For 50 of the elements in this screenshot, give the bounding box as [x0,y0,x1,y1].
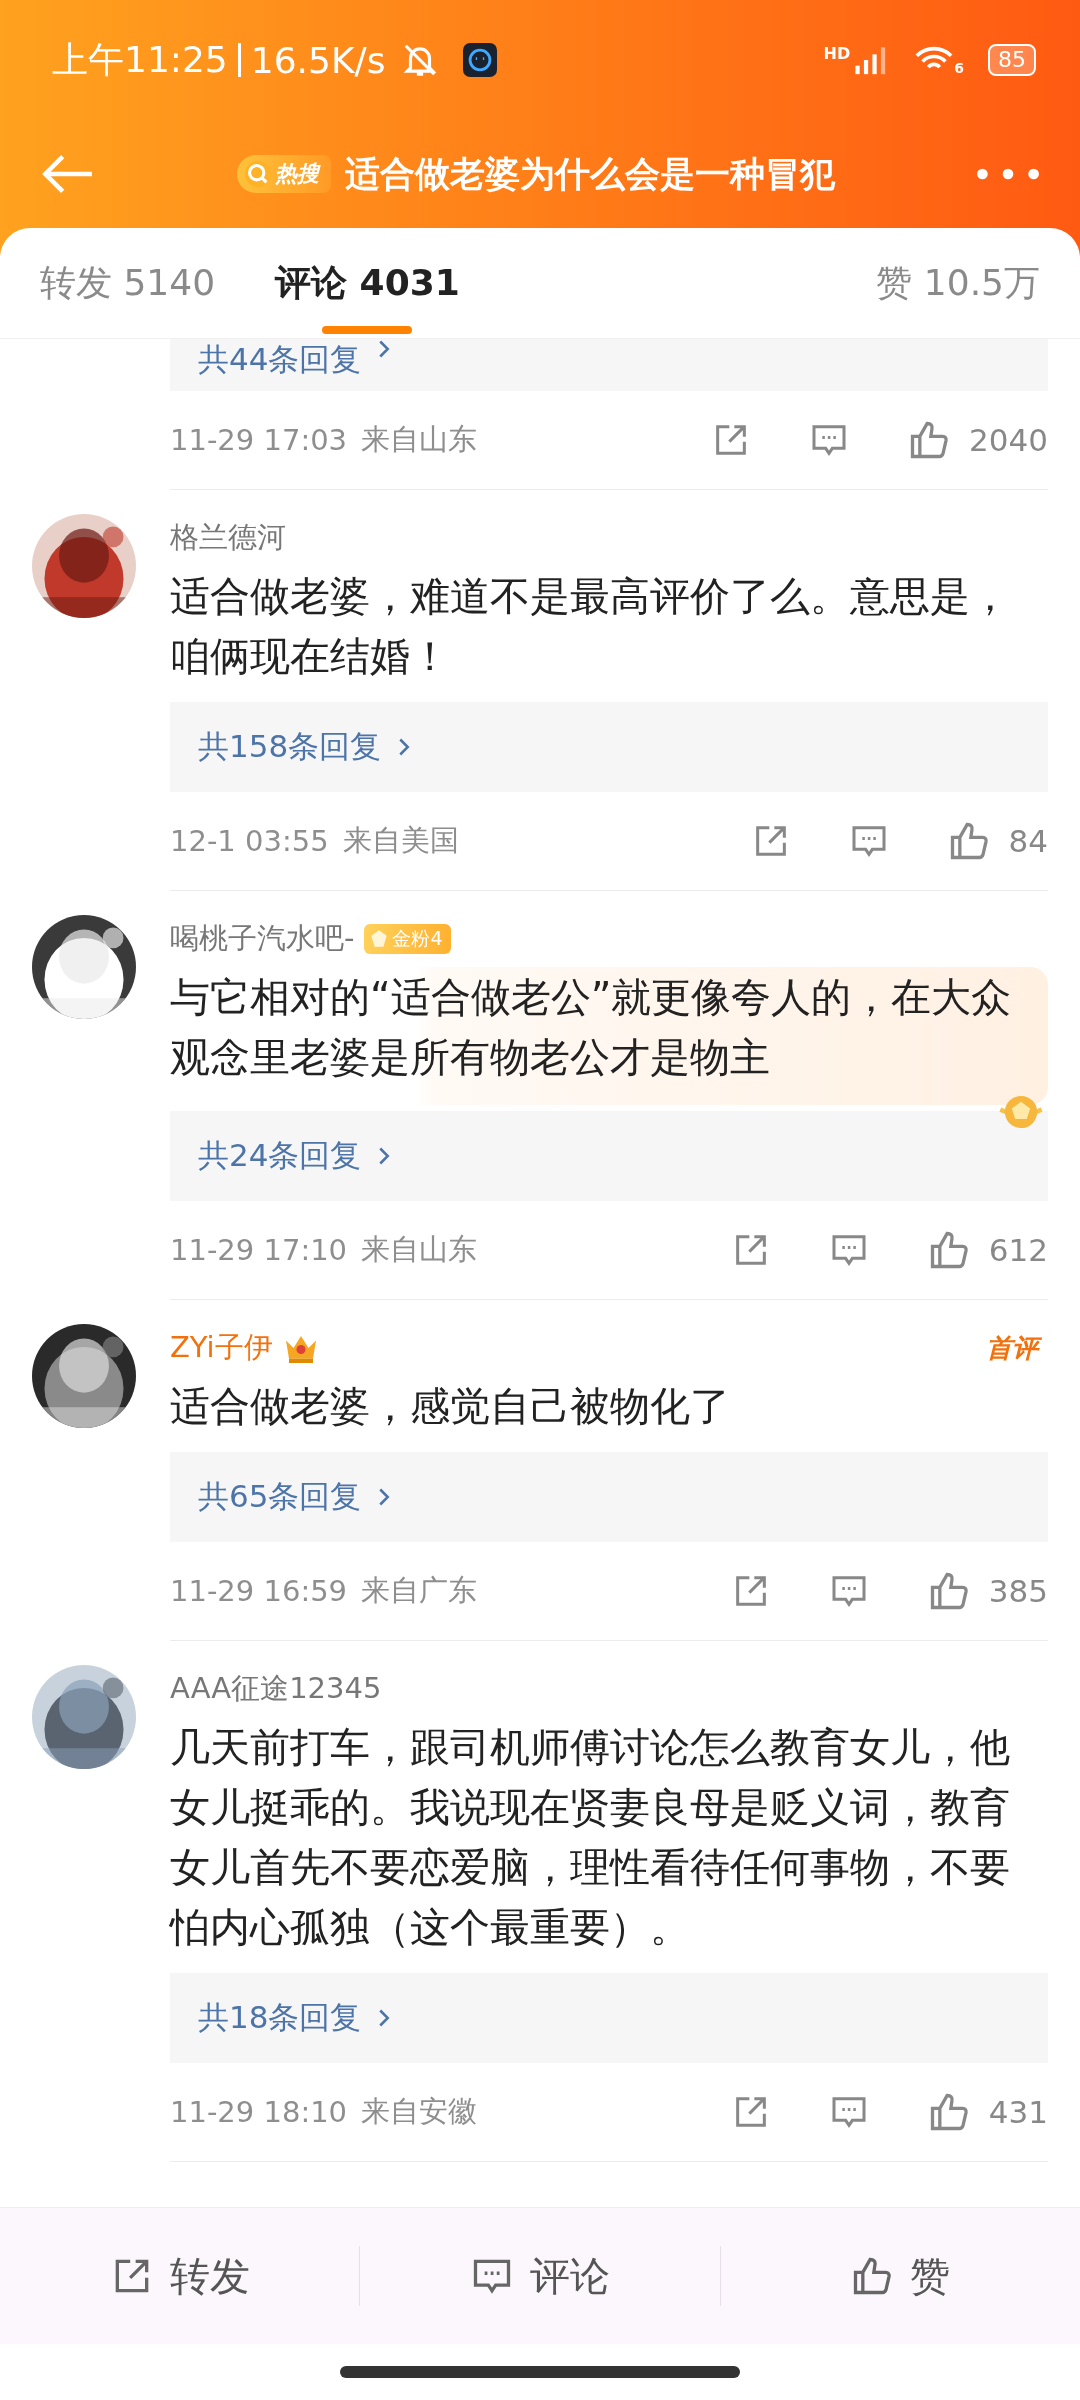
username[interactable]: 格兰德河 [170,518,286,558]
comment-text: 适合做老婆，感觉自己被物化了 [170,1382,731,1431]
status-time: 上午11:25 [52,37,228,82]
more-options-icon[interactable] [976,167,1040,181]
tab[interactable]: 赞 10.5万 [876,228,1040,338]
wifi-label: 6 [954,60,964,76]
comment-time: 11-29 16:59 [170,1574,348,1608]
like-button[interactable]: 赞 [720,2247,1080,2305]
repost-button[interactable]: 转发 [0,2247,360,2305]
like-count: 2040 [969,422,1048,458]
search-icon [245,161,271,187]
battery-indicator: 85 [988,44,1036,76]
comment-location: 来自山东 [361,1231,478,1268]
username[interactable]: AAA征途12345 [170,1669,382,1709]
network-speed: 16.5K/s [250,39,386,81]
like-count: 84 [1008,823,1048,859]
replies-link[interactable]: 共18条回复 [170,1973,1048,2063]
comment-location: 来自安徽 [361,2093,478,2130]
username[interactable]: 喝桃子汽水吧- [170,919,355,959]
username[interactable]: ZYi子伊 [170,1328,273,1368]
chevron-right-icon [377,2008,392,2028]
like-count: 431 [988,2094,1048,2130]
chevron-right-icon [377,1487,392,1507]
comment-text: 与它相对的“适合做老公”就更像夸人的，在大众观念里老婆是所有物老公才是物主 [170,973,1013,1082]
comment-button[interactable]: 评论 [360,2247,720,2305]
replies-link[interactable]: 共65条回复 [170,1452,1048,1542]
tab[interactable]: 评论 4031 [275,228,460,338]
comment-time: 11-29 18:10 [170,2095,348,2129]
separator-bar [237,43,241,77]
comment-time: 11-29 17:10 [170,1233,348,1267]
comment-location: 来自美国 [342,822,459,859]
chevron-right-icon [377,1146,392,1166]
replies-link[interactable]: 共24条回复 [170,1111,1048,1201]
comment-text: 几天前打车，跟司机师傅讨论怎么教育女儿，他女儿挺乖的。我说现在贤妻良母是贬义词，教育女儿首先不要恋爱脑，理性看待任何事物，不要怕内心孤独（这个最重要）。 [170,1723,1011,1952]
replies-link[interactable]: 共44条回复 [170,339,1048,391]
chevron-right-icon [397,737,412,757]
comment-time: 12-1 03:55 [170,824,329,858]
tab[interactable]: 转发 5140 [40,228,216,338]
page-title: 适合做老婆为什么会是一种冒犯 [345,152,835,196]
fan-badge: 金粉4 [364,924,451,954]
comment-time: 11-29 17:03 [170,423,348,457]
like-count: 385 [988,1573,1048,1609]
like-count: 612 [988,1232,1048,1268]
chevron-right-icon [377,339,392,359]
comment-location: 来自山东 [361,421,478,458]
network-label: HD [823,44,851,63]
comment-location: 来自广东 [361,1572,478,1609]
comment-text: 适合做老婆，难道不是最高评价了么。意思是，咱俩现在结婚！ [170,572,1011,681]
app-icon [463,43,498,77]
replies-link[interactable]: 共158条回复 [170,702,1048,792]
